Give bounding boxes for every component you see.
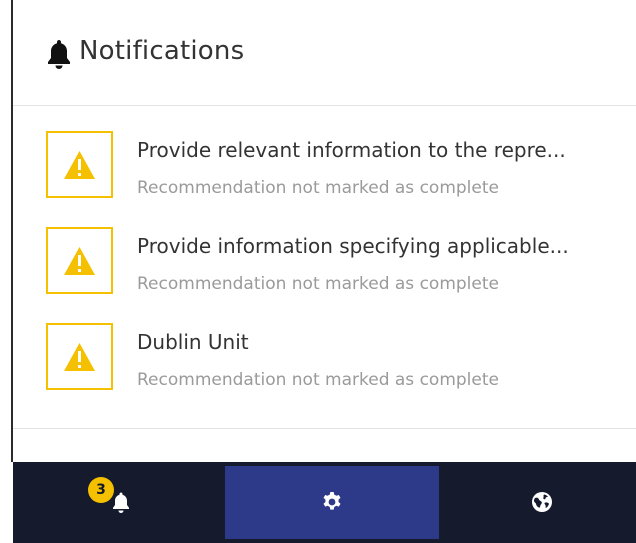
notification-count-badge: 3 (88, 477, 114, 503)
bottom-navigation: 3 (13, 462, 636, 543)
notifications-page: Notifications Provide relevant informati… (0, 0, 636, 543)
notification-title: Provide information specifying applicabl… (137, 234, 569, 258)
globe-icon (532, 492, 552, 512)
gear-icon (323, 492, 341, 510)
tab-settings[interactable] (225, 466, 439, 539)
notification-title: Dublin Unit (137, 330, 249, 354)
notifications-header: Notifications (13, 0, 636, 106)
divider (13, 428, 636, 429)
page-title: Notifications (79, 36, 245, 66)
notification-status: Recommendation not marked as complete (137, 370, 499, 390)
warning-icon (64, 247, 95, 275)
warning-badge (46, 227, 113, 294)
warning-badge (46, 323, 113, 390)
bell-icon (48, 40, 70, 69)
notification-status: Recommendation not marked as complete (137, 274, 499, 294)
notification-title: Provide relevant information to the repr… (137, 138, 566, 162)
tab-globe[interactable] (440, 462, 636, 543)
warning-icon (64, 343, 95, 371)
notification-item[interactable]: Provide relevant information to the repr… (13, 106, 636, 202)
tab-notifications[interactable]: 3 (13, 462, 224, 543)
warning-icon (64, 151, 95, 179)
warning-badge (46, 131, 113, 198)
notification-item[interactable]: Dublin Unit Recommendation not marked as… (13, 298, 636, 394)
notification-status: Recommendation not marked as complete (137, 178, 499, 198)
notifications-panel: Notifications Provide relevant informati… (13, 0, 636, 462)
notification-item[interactable]: Provide information specifying applicabl… (13, 202, 636, 298)
